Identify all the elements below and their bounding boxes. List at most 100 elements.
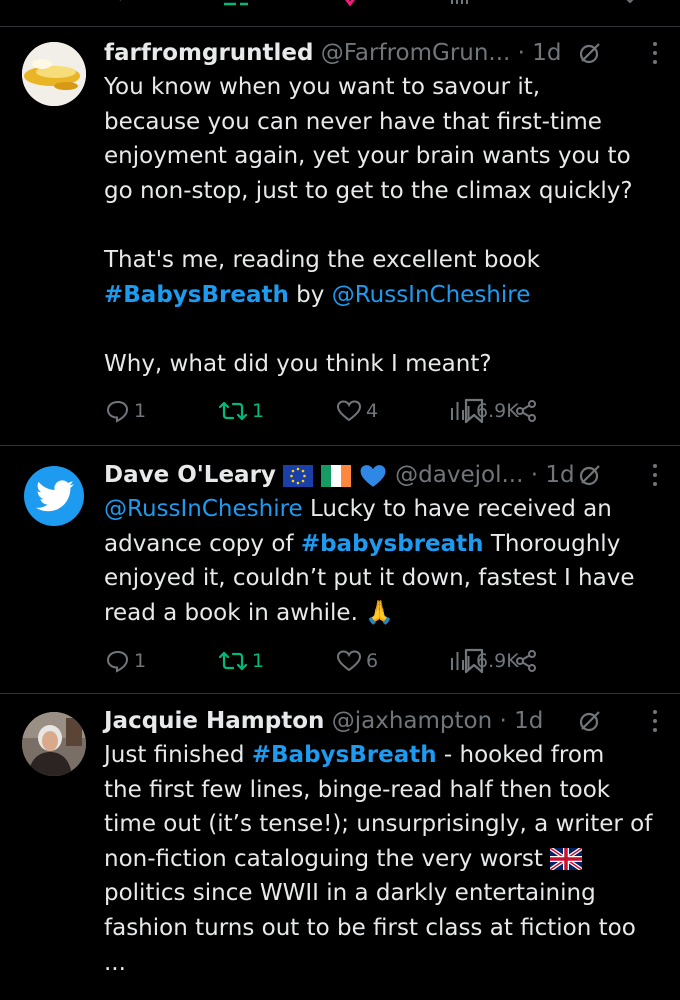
- text-line: politics since WWII in a darkly entertai…: [104, 880, 596, 907]
- author-handle[interactable]: @FarfromGrun...: [321, 40, 511, 66]
- reply-button[interactable]: 1: [106, 646, 146, 676]
- like-icon: [336, 400, 362, 422]
- hashtag-link[interactable]: #BabysBreath: [252, 742, 437, 768]
- text-line: ...: [104, 949, 126, 976]
- reply-button[interactable]: 1: [106, 396, 146, 426]
- mention-link[interactable]: @RussInCheshire: [332, 282, 531, 308]
- bird-icon: [36, 480, 74, 512]
- like-button[interactable]: 6: [336, 646, 378, 676]
- avatar-image: [22, 712, 86, 776]
- text-line: time out (it’s tense!); unsurprisingly, …: [104, 811, 653, 838]
- author-name[interactable]: farfromgruntled: [104, 40, 313, 66]
- mention-link[interactable]: @RussInCheshire: [104, 496, 303, 522]
- tweet-header: Dave O'Leary @davejol... · 1d: [104, 458, 658, 492]
- tweet-header: Jacquie Hampton @jaxhampton · 1d: [104, 704, 658, 738]
- text-line: enjoyment again, yet your brain wants yo…: [104, 143, 631, 170]
- text-fragment: - hooked from: [436, 742, 605, 768]
- repost-icon[interactable]: [222, 0, 250, 8]
- tweet-text: You know when you want to savour it, beca…: [104, 70, 656, 381]
- folded-hands-emoji: 🙏: [365, 599, 394, 626]
- more-icon[interactable]: [652, 710, 658, 734]
- like-button[interactable]: 4: [336, 396, 378, 426]
- timestamp[interactable]: · 1d: [500, 708, 544, 734]
- text-line: That's me, reading the excellent book: [104, 246, 540, 273]
- text-fragment: read a book in awhile.: [104, 599, 366, 626]
- share-icon: [516, 400, 536, 422]
- bookmark-button[interactable]: [462, 396, 486, 426]
- text-fragment: non-fiction cataloguing the very worst: [104, 845, 551, 872]
- uk-flag-icon: [550, 848, 583, 871]
- share-button[interactable]: [514, 646, 538, 676]
- like-count: 4: [366, 400, 379, 422]
- tweet[interactable]: Dave O'Leary @davejol... · 1d @RussInChe…: [0, 446, 680, 694]
- text-line: Why, what did you think I meant?: [104, 350, 492, 377]
- author-handle[interactable]: @jaxhampton: [332, 708, 492, 734]
- share-icon: [516, 650, 536, 672]
- timestamp[interactable]: · 1d: [531, 462, 575, 488]
- text-line: go non-stop, just to get to the climax q…: [104, 177, 633, 204]
- tweet[interactable]: Jacquie Hampton @jaxhampton · 1d Just fi…: [0, 694, 680, 1000]
- text-line: read a book in awhile. 🙏: [104, 596, 656, 631]
- more-icon[interactable]: [652, 464, 658, 488]
- grok-icon[interactable]: [578, 41, 602, 65]
- blue-heart-icon: [360, 464, 386, 487]
- text-fragment: by: [288, 281, 332, 308]
- hashtag-link[interactable]: #babysbreath: [301, 531, 484, 557]
- action-bar: 1 1 6 6.9K: [0, 646, 560, 676]
- avatar[interactable]: [22, 712, 86, 776]
- text-line: because you can never have that first-ti…: [104, 108, 602, 135]
- like-icon[interactable]: [340, 0, 360, 8]
- repost-button[interactable]: 1: [218, 396, 264, 426]
- reply-count: 1: [134, 650, 147, 672]
- repost-icon: [218, 401, 248, 421]
- eu-flag-icon: [283, 464, 314, 487]
- bookmark-button[interactable]: [462, 646, 486, 676]
- tweet-header: farfromgruntled @FarfromGrun... · 1d: [104, 36, 658, 70]
- text-line: non-fiction cataloguing the very worst: [104, 842, 656, 877]
- action-bar: 1 1 4 6.9K: [0, 396, 560, 426]
- avatar-image: [22, 42, 86, 106]
- bookmark-icon: [464, 398, 484, 424]
- avatar[interactable]: [24, 466, 84, 526]
- tweet-text: Just finished #BabysBreath - hooked from…: [104, 738, 656, 980]
- text-line: Just finished #BabysBreath - hooked from: [104, 738, 656, 773]
- like-icon: [336, 650, 362, 672]
- share-icon[interactable]: [620, 0, 640, 8]
- author-handle[interactable]: @davejol...: [395, 462, 523, 488]
- reply-icon: [106, 400, 129, 423]
- text-line: fashion turns out to be first class at f…: [104, 914, 636, 941]
- repost-button[interactable]: 1: [218, 646, 264, 676]
- repost-icon: [218, 651, 248, 671]
- text-line: advance copy of #babysbreath Thoroughly: [104, 527, 656, 562]
- repost-count: 1: [252, 650, 265, 672]
- ireland-flag-icon: [320, 464, 351, 487]
- bookmark-icon: [464, 648, 484, 674]
- tweet[interactable]: farfromgruntled @FarfromGrun... · 1d You…: [0, 26, 680, 446]
- hashtag-link[interactable]: #BabysBreath: [104, 282, 289, 308]
- text-fragment: Thoroughly: [483, 530, 621, 557]
- text-line: the first few lines, binge-read half the…: [104, 776, 611, 803]
- text-line: You know when you want to savour it,: [104, 74, 541, 100]
- grok-icon[interactable]: [578, 709, 602, 733]
- grok-icon[interactable]: [578, 463, 602, 487]
- tweet-text: @RussInCheshire Lucky to have received a…: [104, 492, 656, 630]
- repost-count: 1: [252, 400, 265, 422]
- text-line: enjoyed it, couldn’t put it down, fastes…: [104, 565, 635, 592]
- text-line: @RussInCheshire Lucky to have received a…: [104, 492, 656, 527]
- text-fragment: advance copy of: [104, 530, 301, 557]
- reply-icon: [106, 650, 129, 673]
- timestamp[interactable]: · 1d: [518, 40, 562, 66]
- previous-tweet-actions: [0, 0, 680, 27]
- views-icon[interactable]: [450, 0, 500, 8]
- reply-count: 1: [134, 400, 147, 422]
- author-name[interactable]: Jacquie Hampton: [104, 708, 324, 734]
- avatar[interactable]: [22, 42, 86, 106]
- text-fragment: Just finished: [104, 742, 252, 768]
- text-fragment: Lucky to have received an: [302, 496, 612, 522]
- share-button[interactable]: [514, 396, 538, 426]
- author-name[interactable]: Dave O'Leary: [104, 462, 276, 488]
- more-icon[interactable]: [652, 42, 658, 66]
- reply-icon[interactable]: [112, 0, 130, 8]
